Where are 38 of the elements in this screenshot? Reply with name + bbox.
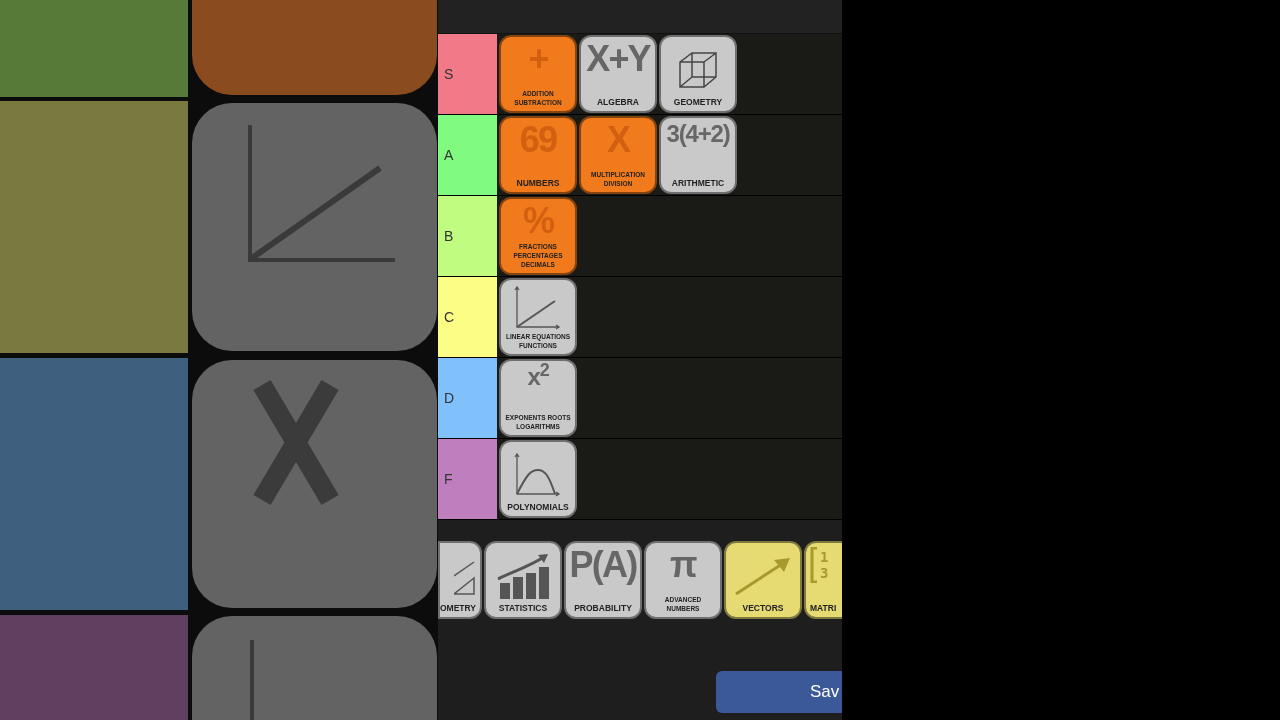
cube-icon — [676, 49, 720, 90]
tile-label: OMETRY — [440, 604, 476, 613]
tile-label: ALGEBRA — [597, 98, 639, 107]
topic-tile[interactable]: OMETRY — [438, 541, 482, 619]
bracket-icon — [810, 547, 818, 583]
bar-chart-icon — [496, 552, 550, 599]
topic-tile[interactable]: VECTORS — [724, 541, 802, 619]
tile-label: VECTORS — [742, 604, 784, 613]
tier-label: C — [438, 277, 497, 357]
tier-label: B — [438, 196, 497, 276]
tile-symbol: x$^{2}$ — [527, 365, 549, 389]
topic-tile[interactable]: X+Y ALGEBRA — [579, 35, 657, 113]
tile-label: GEOMETRY — [673, 98, 723, 107]
tile-symbol: 3(4+2) — [666, 122, 730, 146]
tile-symbol: % — [522, 203, 554, 239]
tile-label: ARITHMETIC — [671, 179, 725, 188]
topic-tile[interactable]: STATISTICS — [484, 541, 562, 619]
tile-symbol: X+Y — [586, 41, 650, 77]
tier-label: F — [438, 439, 497, 519]
topic-tile[interactable]: 1 3 MATRI — [804, 541, 842, 619]
tile-label: MATRI — [810, 604, 837, 613]
tile-label: NUMBERS — [516, 179, 560, 188]
topic-tile[interactable]: 3(4+2) ARITHMETIC — [659, 116, 737, 194]
topic-tile[interactable]: GEOMETRY — [659, 35, 737, 113]
tile-label: POLYNOMIALS — [507, 503, 569, 512]
save-button[interactable]: Sav — [716, 671, 842, 713]
tile-label: STATISTICS — [498, 604, 548, 613]
topic-tile[interactable]: POLYNOMIALS — [499, 440, 577, 518]
topic-tile[interactable]: P(A) PROBABILITY — [564, 541, 642, 619]
tile-symbol: + — [528, 41, 548, 77]
matrix-numbers: 1 3 — [820, 549, 829, 581]
tile-symbol: P(A) — [569, 547, 637, 583]
tile-symbol: π — [670, 547, 696, 583]
tier-label: D — [438, 358, 497, 438]
tile-label: PROBABILITY — [574, 604, 632, 613]
arrow-icon — [734, 555, 792, 596]
tier-label: S — [438, 34, 497, 114]
tier-label: A — [438, 115, 497, 195]
